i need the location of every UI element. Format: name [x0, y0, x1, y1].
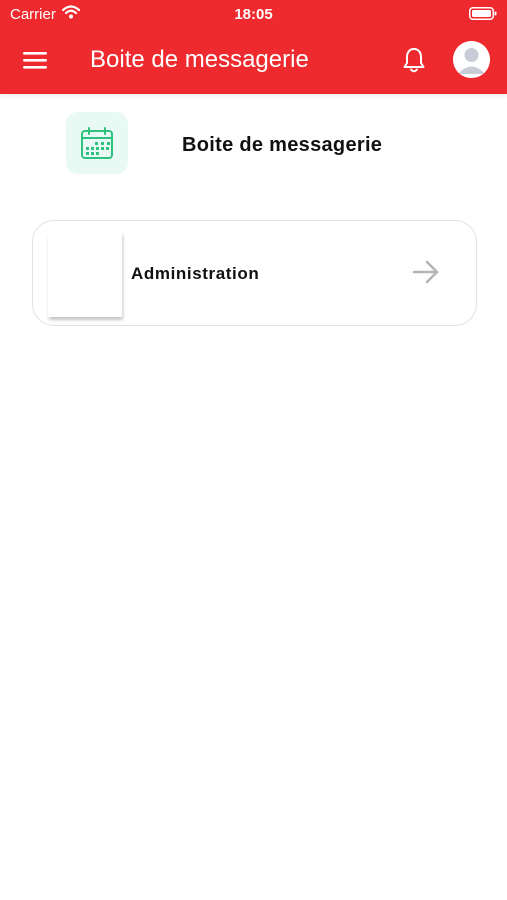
section-icon-tile — [66, 112, 128, 174]
app-screen: Carrier 18:05 Boite de messagerie Boite … — [0, 0, 507, 900]
top-app-bar: Carrier 18:05 Boite de messagerie — [0, 0, 507, 94]
status-bar: Carrier 18:05 — [0, 0, 507, 28]
calendar-icon — [81, 127, 113, 159]
bell-icon[interactable] — [402, 46, 426, 74]
arrow-right-icon[interactable] — [411, 259, 441, 285]
section-title: Boite de messagerie — [182, 134, 383, 156]
item-thumbnail — [48, 232, 122, 317]
person-silhouette-icon — [453, 41, 490, 78]
inbox-item-label: Administration — [131, 264, 260, 283]
battery-icon — [469, 7, 497, 20]
user-avatar-icon[interactable] — [453, 41, 490, 78]
page-title: Boite de messagerie — [90, 46, 309, 73]
inbox-item-administration[interactable]: Administration — [32, 220, 477, 326]
hamburger-menu-icon[interactable] — [23, 50, 47, 70]
status-time: 18:05 — [234, 6, 273, 23]
